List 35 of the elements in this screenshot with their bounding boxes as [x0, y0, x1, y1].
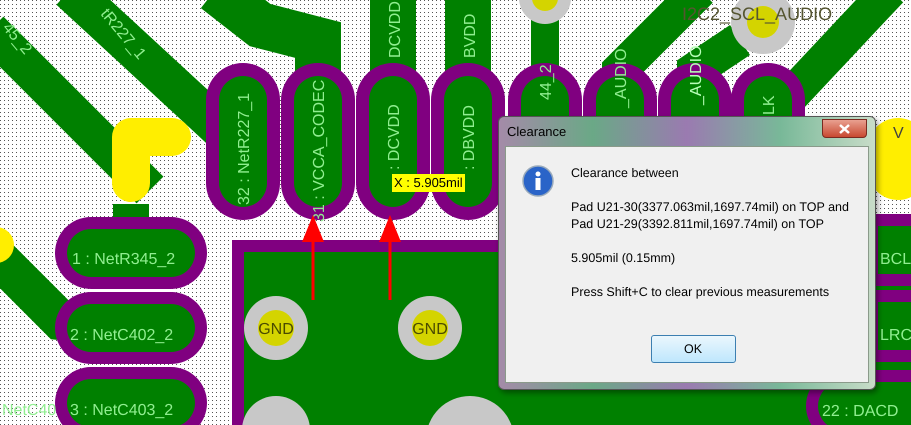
message-text: Clearance between [571, 165, 680, 182]
message-text: Pad U21-30(3377.063mil,1697.74mil) on TOP and [571, 199, 849, 216]
net-label: LK [761, 95, 778, 115]
net-label: BVDD [462, 14, 479, 58]
net-label: 3 : NetC403_2 [70, 402, 174, 419]
net-label: V [893, 125, 904, 142]
net-label: DCVDD [387, 1, 404, 58]
net-label: 22 : DACD [822, 403, 898, 420]
via-pad [244, 296, 308, 360]
net-label: _AUDIO [688, 45, 705, 105]
via-label: GND [412, 321, 448, 338]
net-label: : DBVDD [461, 105, 478, 170]
copper-pad [0, 227, 14, 263]
net-label: 2 : NetC402_2 [70, 327, 174, 344]
net-label: : DCVDD [386, 104, 403, 170]
message-text: Pad U21-29(3392.811mil,1697.74mil) on TOP [571, 216, 825, 233]
close-icon [839, 124, 850, 134]
net-label: 32 : NetR227_1 [236, 92, 253, 205]
net-label: 1 : NetR345_2 [72, 251, 176, 268]
via-pad [519, 0, 571, 24]
via-pad [398, 296, 462, 360]
measure-tooltip: X : 5.905mil [392, 174, 465, 192]
ok-button[interactable]: OK [650, 335, 736, 363]
dialog-title: Clearance [507, 122, 566, 141]
net-label: _AUDIO [613, 48, 630, 108]
net-label: 44_2 [538, 64, 555, 100]
message-text: Press Shift+C to clear previous measurements [571, 284, 830, 301]
message-text: 5.905mil (0.15mm) [571, 250, 676, 267]
net-label: NetC40 [2, 402, 56, 419]
net-label: LRC [880, 327, 911, 344]
via-label: GND [258, 321, 294, 338]
info-icon [522, 165, 554, 197]
via-pad [242, 396, 310, 425]
net-label: BCL [880, 251, 911, 268]
close-button[interactable] [822, 119, 867, 138]
